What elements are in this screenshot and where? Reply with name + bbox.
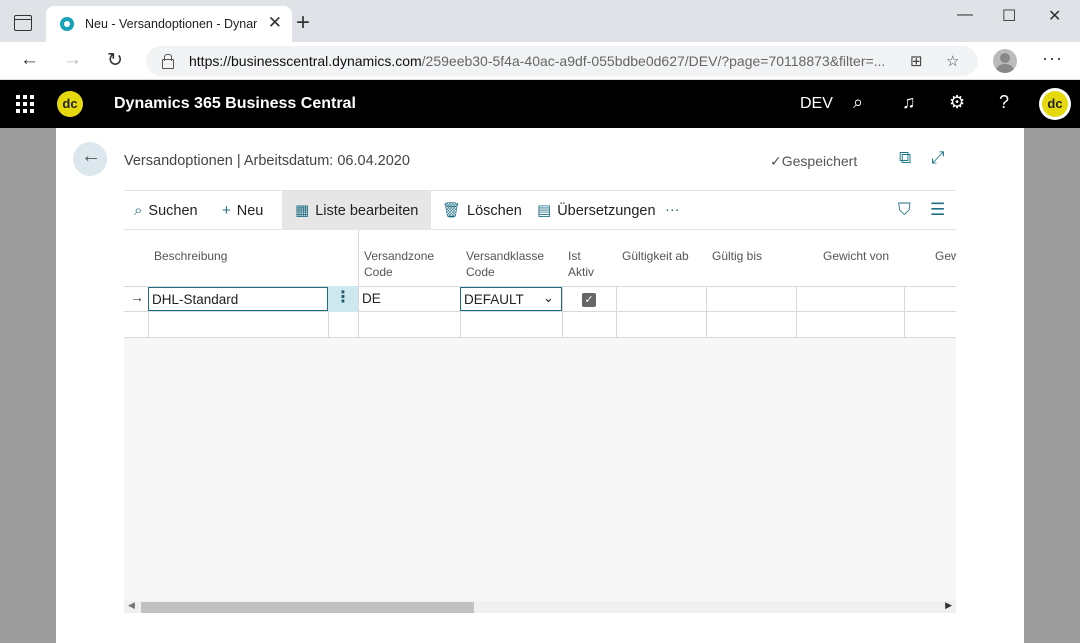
favorites-icon[interactable]: ☆ [946, 52, 959, 70]
search-icon: ⌕ [134, 202, 143, 219]
browser-titlebar: Neu - Versandoptionen - Dynamics 365 Bus… [0, 0, 1080, 42]
profile-icon[interactable] [993, 49, 1017, 73]
url-field[interactable]: https://businesscentral.dynamics.com/259… [146, 46, 978, 76]
new-button[interactable]: + Neu [222, 191, 263, 230]
browser-tab[interactable]: Neu - Versandoptionen - Dynamics 365 Bus… [46, 6, 292, 42]
page-title: Versandoptionen | Arbeitsdatum: 06.04.20… [124, 153, 410, 169]
translations-icon: ▤ [537, 202, 552, 219]
search-button[interactable]: ⌕ Suchen [134, 191, 198, 230]
column-header-gueltigkeit-ab[interactable]: Gültigkeit ab [622, 248, 689, 264]
back-arrow-icon: ← [81, 145, 101, 167]
column-header-gueltig-bis[interactable]: Gültig bis [712, 248, 762, 264]
company-logo: dc [57, 91, 83, 117]
environment-label[interactable]: DEV [800, 95, 833, 113]
list-page: ← Versandoptionen | Arbeitsdatum: 06.04.… [56, 128, 1024, 643]
gear-icon[interactable]: ⚙ [949, 92, 965, 113]
url-text: https://businesscentral.dynamics.com/259… [189, 53, 886, 69]
versandzone-code-cell[interactable]: DE [362, 291, 381, 306]
expand-icon[interactable]: ⤢ [931, 148, 945, 168]
column-divider [562, 286, 563, 338]
versandklasse-code-field[interactable]: DEFAULT ⌄ [460, 287, 562, 311]
minimize-button[interactable]: — [957, 6, 973, 24]
edit-list-button[interactable]: ▦ Liste bearbeiten [282, 191, 432, 230]
column-divider [904, 286, 905, 338]
browser-menu-icon[interactable]: ··· [1042, 48, 1063, 69]
refresh-icon[interactable]: ↻ [107, 49, 123, 72]
favicon-icon [60, 17, 74, 31]
column-divider [706, 286, 707, 338]
forward-arrow-icon[interactable]: → [63, 49, 82, 71]
column-header-ist-aktiv[interactable]: Ist Aktiv [568, 248, 594, 280]
column-header-gewicht-bis[interactable]: Gew [935, 248, 956, 264]
list-view-icon[interactable]: ☰ [930, 200, 945, 220]
delete-button[interactable]: 🗑 Löschen [442, 191, 522, 230]
column-divider [358, 230, 359, 338]
avatar-logo: dc [1042, 91, 1068, 117]
search-icon[interactable]: ⌕ [853, 92, 863, 113]
scrollbar-thumb[interactable] [141, 602, 474, 613]
edit-list-icon: ▦ [295, 202, 310, 219]
column-divider [616, 286, 617, 338]
column-header-versandzone[interactable]: Versandzone Code [364, 248, 434, 280]
scroll-left-icon[interactable]: ◀ [128, 600, 135, 611]
open-new-window-icon[interactable]: ⧉ [899, 148, 911, 168]
app-header: dc Dynamics 365 Business Central DEV ⌕ ♫… [0, 80, 1080, 128]
table-row-empty[interactable] [124, 312, 956, 338]
filter-icon[interactable]: ⛉ [898, 200, 911, 220]
help-icon[interactable]: ? [999, 92, 1009, 113]
back-arrow-icon[interactable]: ← [20, 49, 39, 71]
tab-actions-icon[interactable] [14, 15, 32, 31]
scroll-right-icon[interactable]: ▶ [945, 600, 952, 611]
more-actions-button[interactable]: ··· [665, 191, 680, 230]
column-divider [796, 286, 797, 338]
ist-aktiv-checkbox[interactable]: ✓ [582, 293, 596, 307]
column-header-versandklasse[interactable]: Versandklasse Code [466, 248, 544, 280]
beschreibung-field[interactable]: DHL-Standard [148, 287, 328, 311]
app-available-icon[interactable]: ⊞ [910, 52, 923, 70]
data-grid: Beschreibung Versandzone Code Versandklas… [124, 230, 956, 610]
app-brand: Dynamics 365 Business Central [114, 95, 356, 112]
row-actions-button[interactable]: ⋮ [328, 286, 358, 312]
chevron-down-icon[interactable]: ⌄ [543, 290, 554, 306]
back-button[interactable]: ← [73, 142, 107, 176]
avatar[interactable]: dc [1039, 88, 1071, 120]
close-window-button[interactable]: ✕ [1048, 6, 1061, 26]
trash-icon: 🗑 [442, 202, 462, 219]
grid-header: Beschreibung Versandzone Code Versandklas… [124, 230, 956, 286]
current-row-arrow-icon: → [130, 289, 144, 305]
column-header-beschreibung[interactable]: Beschreibung [154, 248, 227, 264]
column-header-gewicht-von[interactable]: Gewicht von [823, 248, 889, 264]
plus-icon: + [222, 202, 231, 219]
action-bar: ⌕ Suchen + Neu ▦ Liste bearbeiten 🗑 Löschen … [124, 190, 956, 230]
horizontal-scrollbar[interactable]: ◀ ▶ [124, 600, 956, 613]
tab-title: Neu - Versandoptionen - Dynamics 365 Bus… [85, 17, 257, 31]
bell-icon[interactable]: ♫ [902, 92, 916, 113]
saved-status: ✓Gespeichert [770, 153, 858, 169]
app-launcher-icon[interactable] [16, 95, 34, 113]
translations-button[interactable]: ▤ Übersetzungen [537, 191, 656, 230]
maximize-button[interactable]: ☐ [1002, 6, 1016, 26]
tab-close-icon[interactable]: ✕ [268, 13, 282, 33]
new-tab-button[interactable]: + [296, 9, 310, 37]
lock-icon [161, 54, 174, 69]
browser-addressbar: ← → ↻ https://businesscentral.dynamics.c… [0, 42, 1080, 80]
